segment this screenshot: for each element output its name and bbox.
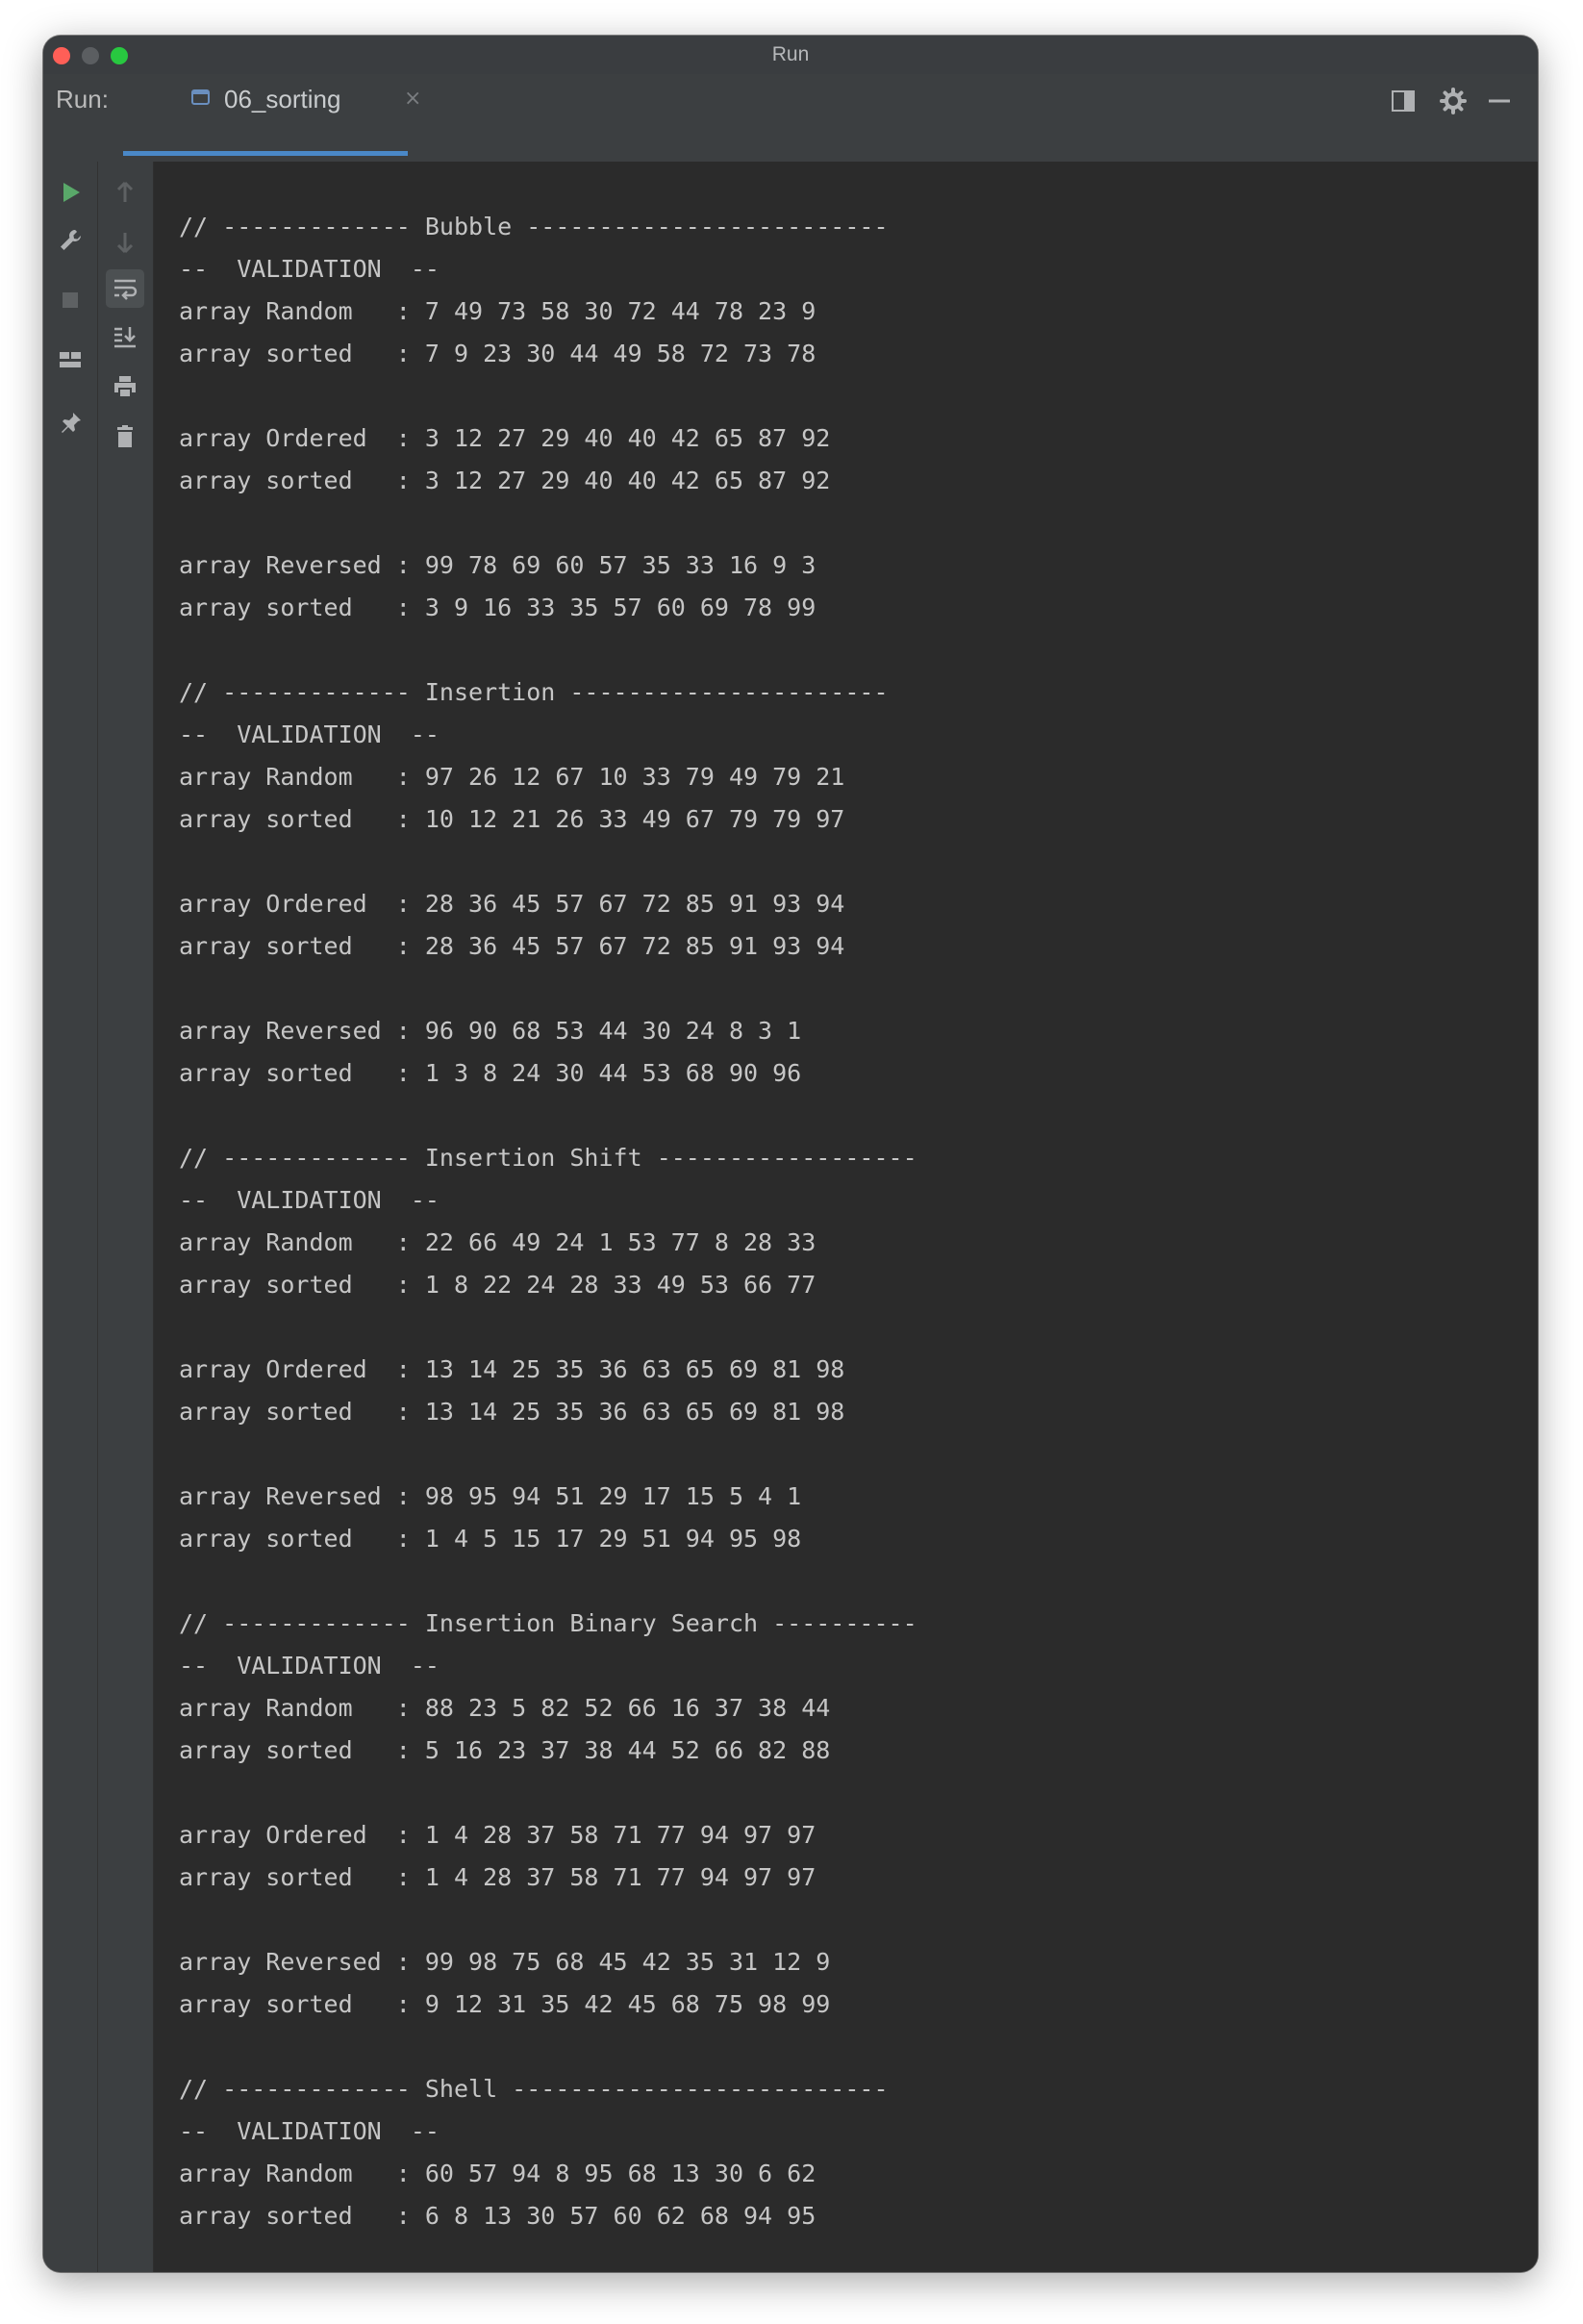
console-line: array Ordered : 28 36 45 57 67 72 85 91 … — [179, 890, 845, 918]
layout-icon[interactable] — [57, 346, 84, 373]
console-line: array sorted : 9 12 31 35 42 45 68 75 98… — [179, 1990, 831, 2018]
active-tab-indicator — [123, 151, 408, 156]
run-toolbar-row: Run: 06_sorting × — [43, 74, 1538, 124]
console-line: // ------------- Insertion Shift -------… — [179, 1144, 917, 1172]
console-output[interactable]: // ------------- Bubble ----------------… — [154, 162, 1538, 2272]
title-bar: Run — [43, 36, 1538, 75]
console-line: array sorted : 28 36 45 57 67 72 85 91 9… — [179, 932, 845, 960]
tab-label: 06_sorting — [224, 85, 341, 114]
console-line: array sorted : 7 9 23 30 44 49 58 72 73 … — [179, 340, 817, 367]
console-line: array Random : 7 49 73 58 30 72 44 78 23… — [179, 297, 817, 325]
stop-icon[interactable] — [57, 287, 84, 314]
minimize-icon[interactable] — [1486, 88, 1513, 114]
console-line: array Reversed : 99 78 69 60 57 35 33 16… — [179, 551, 817, 579]
console-line: // ------------- Insertion Binary Search… — [179, 1609, 917, 1637]
run-label: Run: — [56, 85, 109, 114]
console-line: -- VALIDATION -- — [179, 2117, 440, 2145]
console-line: array Reversed : 99 98 75 68 45 42 35 31… — [179, 1948, 831, 1976]
console-line: array Random : 60 57 94 8 95 68 13 30 6 … — [179, 2160, 817, 2187]
console-line: array sorted : 1 3 8 24 30 44 53 68 90 9… — [179, 1059, 802, 1087]
console-line: array sorted : 3 9 16 33 35 57 60 69 78 … — [179, 594, 817, 621]
console-line: -- VALIDATION -- — [179, 1186, 440, 1214]
soft-wrap-button[interactable] — [106, 269, 144, 308]
console-line: array sorted : 10 12 21 26 33 49 67 79 7… — [179, 805, 845, 833]
console-line: array sorted : 1 8 22 24 28 33 49 53 66 … — [179, 1271, 817, 1299]
console-line: array Ordered : 13 14 25 35 36 63 65 69 … — [179, 1355, 845, 1383]
trash-icon[interactable] — [112, 423, 138, 450]
play-icon[interactable] — [57, 179, 84, 206]
console-line: -- VALIDATION -- — [179, 255, 440, 283]
console-tab-icon — [191, 89, 210, 105]
arrow-up-icon[interactable] — [112, 179, 138, 206]
run-actions-strip — [43, 162, 98, 2272]
layout-panel-icon[interactable] — [1390, 88, 1417, 114]
console-line: array Reversed : 98 95 94 51 29 17 15 5 … — [179, 1482, 802, 1510]
arrow-down-icon[interactable] — [112, 229, 138, 256]
soft-wrap-icon — [114, 279, 138, 300]
print-icon[interactable] — [112, 373, 138, 400]
console-line: array sorted : 3 12 27 29 40 40 42 65 87… — [179, 467, 831, 494]
run-window: Run Run: 06_sorting × // ------------- B… — [43, 36, 1538, 2272]
console-line: array Ordered : 1 4 28 37 58 71 77 94 97… — [179, 1821, 817, 1849]
run-toolbar: Run: 06_sorting × — [43, 74, 1538, 163]
window-title: Run — [771, 43, 810, 65]
console-line: -- VALIDATION -- — [179, 1652, 440, 1680]
pin-icon[interactable] — [57, 410, 84, 437]
console-actions-strip — [98, 162, 154, 2272]
console-line: array sorted : 6 8 13 30 57 60 62 68 94 … — [179, 2202, 817, 2230]
console-line: array Reversed : 96 90 68 53 44 30 24 8 … — [179, 1017, 802, 1045]
console-text: // ------------- Bubble ----------------… — [179, 162, 917, 2272]
console-line: // ------------- Shell -----------------… — [179, 2075, 889, 2103]
scroll-to-end-icon[interactable] — [112, 323, 138, 350]
console-line: array sorted : 13 14 25 35 36 63 65 69 8… — [179, 1398, 845, 1426]
console-line: array Random : 88 23 5 82 52 66 16 37 38… — [179, 1694, 831, 1722]
gear-icon[interactable] — [1440, 88, 1467, 114]
console-line: array Ordered : 3 12 27 29 40 40 42 65 8… — [179, 424, 831, 452]
console-line: array Random : 22 66 49 24 1 53 77 8 28 … — [179, 1228, 817, 1256]
console-line: array Random : 97 26 12 67 10 33 79 49 7… — [179, 763, 845, 791]
wrench-icon[interactable] — [57, 227, 84, 254]
console-line: -- VALIDATION -- — [179, 720, 440, 748]
tab-06-sorting[interactable]: 06_sorting × — [123, 74, 421, 124]
console-line: array sorted : 5 16 23 37 38 44 52 66 82… — [179, 1736, 831, 1764]
console-line: // ------------- Bubble ----------------… — [179, 213, 889, 240]
console-line: // ------------- Insertion -------------… — [179, 678, 889, 706]
tab-close-icon[interactable]: × — [404, 74, 421, 124]
console-line: array sorted : 1 4 28 37 58 71 77 94 97 … — [179, 1863, 817, 1891]
console-line: array sorted : 1 4 5 15 17 29 51 94 95 9… — [179, 1525, 802, 1553]
